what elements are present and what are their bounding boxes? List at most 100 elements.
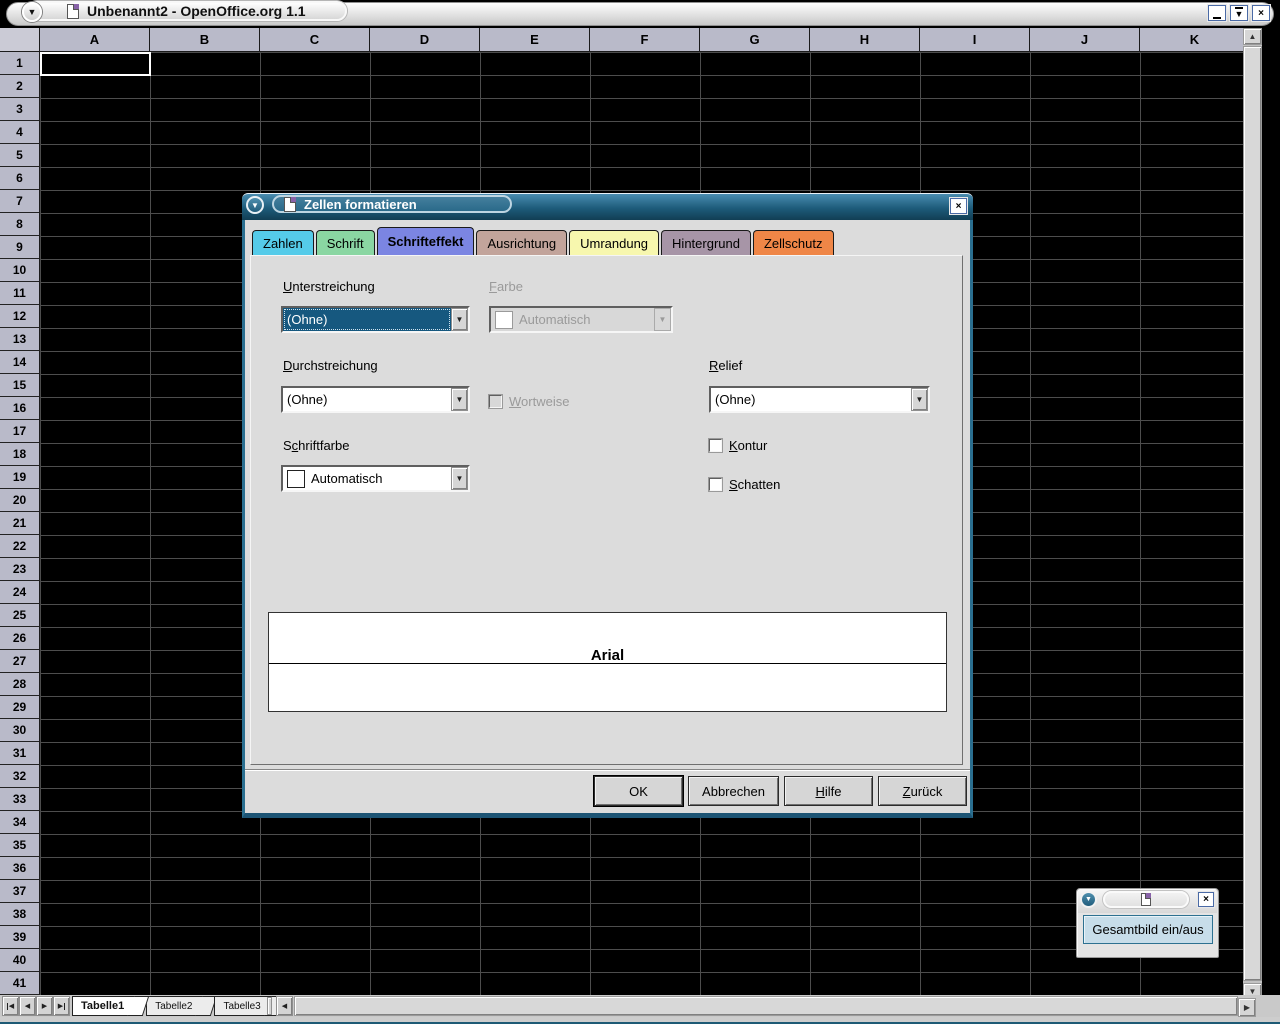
sheet-next-button[interactable]: ▶ bbox=[36, 996, 53, 1016]
cancel-button[interactable]: Abbrechen bbox=[688, 776, 779, 806]
back-button[interactable]: Zurück bbox=[878, 776, 967, 806]
strikethrough-select[interactable]: (Ohne) ▼ bbox=[281, 386, 470, 413]
sheet-tab-tabelle1[interactable]: Tabelle1 bbox=[72, 996, 138, 1016]
vertical-scroll-thumb[interactable] bbox=[1243, 46, 1262, 981]
row-header-31[interactable]: 31 bbox=[0, 742, 40, 765]
row-header-10[interactable]: 10 bbox=[0, 259, 40, 282]
row-header-23[interactable]: 23 bbox=[0, 558, 40, 581]
float-close-button[interactable]: × bbox=[1198, 892, 1214, 907]
font-color-select[interactable]: Automatisch ▼ bbox=[281, 465, 470, 492]
shadow-checkbox[interactable]: Schatten bbox=[709, 477, 780, 492]
column-header-j[interactable]: J bbox=[1030, 28, 1140, 52]
ok-button[interactable]: OK bbox=[594, 776, 683, 806]
dialog-menu-button[interactable]: ▼ bbox=[246, 196, 264, 214]
row-header-15[interactable]: 15 bbox=[0, 374, 40, 397]
gesamtbild-toggle-button[interactable]: Gesamtbild ein/aus bbox=[1083, 915, 1213, 944]
row-header-38[interactable]: 38 bbox=[0, 903, 40, 926]
row-header-24[interactable]: 24 bbox=[0, 581, 40, 604]
underline-dropdown-arrow[interactable]: ▼ bbox=[451, 308, 468, 331]
strikethrough-dropdown-arrow[interactable]: ▼ bbox=[451, 388, 468, 411]
row-header-34[interactable]: 34 bbox=[0, 811, 40, 834]
row-header-41[interactable]: 41 bbox=[0, 972, 40, 995]
row-header-25[interactable]: 25 bbox=[0, 604, 40, 627]
close-button[interactable]: × bbox=[1252, 5, 1270, 21]
select-all-corner[interactable] bbox=[0, 28, 40, 52]
vertical-scrollbar[interactable]: ▲ ▼ bbox=[1243, 28, 1262, 1000]
horizontal-scroll-thumb[interactable] bbox=[294, 996, 1238, 1016]
column-header-c[interactable]: C bbox=[260, 28, 370, 52]
sheet-prev-button[interactable]: ◀ bbox=[19, 996, 36, 1016]
tab-schrifteffekt[interactable]: Schrifteffekt bbox=[377, 227, 475, 255]
column-header-h[interactable]: H bbox=[810, 28, 920, 52]
column-header-b[interactable]: B bbox=[150, 28, 260, 52]
outline-checkbox-box[interactable] bbox=[709, 439, 722, 452]
row-header-32[interactable]: 32 bbox=[0, 765, 40, 788]
scroll-right-button[interactable]: ▶ bbox=[1238, 998, 1256, 1017]
sheet-tab-tabelle3[interactable]: Tabelle3 bbox=[214, 996, 274, 1016]
row-header-35[interactable]: 35 bbox=[0, 834, 40, 857]
row-header-33[interactable]: 33 bbox=[0, 788, 40, 811]
window-menu-button[interactable]: ▼ bbox=[22, 2, 42, 22]
selected-cell-a1[interactable] bbox=[40, 52, 151, 76]
scroll-left-button[interactable]: ◀ bbox=[276, 996, 293, 1016]
row-header-6[interactable]: 6 bbox=[0, 167, 40, 190]
row-header-13[interactable]: 13 bbox=[0, 328, 40, 351]
row-header-19[interactable]: 19 bbox=[0, 466, 40, 489]
row-header-40[interactable]: 40 bbox=[0, 949, 40, 972]
row-header-30[interactable]: 30 bbox=[0, 719, 40, 742]
horizontal-splitter[interactable] bbox=[267, 997, 272, 1015]
float-menu-button[interactable]: ▼ bbox=[1080, 891, 1097, 908]
row-header-11[interactable]: 11 bbox=[0, 282, 40, 305]
row-header-16[interactable]: 16 bbox=[0, 397, 40, 420]
row-header-2[interactable]: 2 bbox=[0, 75, 40, 98]
row-header-18[interactable]: 18 bbox=[0, 443, 40, 466]
row-header-17[interactable]: 17 bbox=[0, 420, 40, 443]
tab-zahlen[interactable]: Zahlen bbox=[252, 230, 314, 255]
help-button[interactable]: Hilfe bbox=[784, 776, 873, 806]
row-header-12[interactable]: 12 bbox=[0, 305, 40, 328]
row-header-27[interactable]: 27 bbox=[0, 650, 40, 673]
row-header-37[interactable]: 37 bbox=[0, 880, 40, 903]
row-header-20[interactable]: 20 bbox=[0, 489, 40, 512]
dialog-close-button[interactable]: × bbox=[950, 198, 967, 214]
scroll-up-button[interactable]: ▲ bbox=[1243, 28, 1262, 45]
relief-select[interactable]: (Ohne) ▼ bbox=[709, 386, 930, 413]
row-header-7[interactable]: 7 bbox=[0, 190, 40, 213]
relief-dropdown-arrow[interactable]: ▼ bbox=[911, 388, 928, 411]
row-header-21[interactable]: 21 bbox=[0, 512, 40, 535]
row-header-4[interactable]: 4 bbox=[0, 121, 40, 144]
row-header-39[interactable]: 39 bbox=[0, 926, 40, 949]
underline-select[interactable]: (Ohne) ▼ bbox=[281, 306, 470, 333]
row-header-9[interactable]: 9 bbox=[0, 236, 40, 259]
row-header-28[interactable]: 28 bbox=[0, 673, 40, 696]
column-header-i[interactable]: I bbox=[920, 28, 1030, 52]
row-header-14[interactable]: 14 bbox=[0, 351, 40, 374]
tab-zellschutz[interactable]: Zellschutz bbox=[753, 230, 834, 255]
font-color-dropdown-arrow[interactable]: ▼ bbox=[451, 467, 468, 490]
shadow-checkbox-box[interactable] bbox=[709, 478, 722, 491]
column-header-g[interactable]: G bbox=[700, 28, 810, 52]
row-header-1[interactable]: 1 bbox=[0, 52, 40, 75]
minimize-button[interactable] bbox=[1208, 5, 1226, 21]
row-header-36[interactable]: 36 bbox=[0, 857, 40, 880]
column-header-e[interactable]: E bbox=[480, 28, 590, 52]
row-header-8[interactable]: 8 bbox=[0, 213, 40, 236]
sheet-tab-tabelle2[interactable]: Tabelle2 bbox=[146, 996, 206, 1016]
tab-umrandung[interactable]: Umrandung bbox=[569, 230, 659, 255]
shade-button[interactable]: ▼ bbox=[1230, 5, 1248, 21]
row-header-3[interactable]: 3 bbox=[0, 98, 40, 121]
tab-ausrichtung[interactable]: Ausrichtung bbox=[476, 230, 567, 255]
row-header-26[interactable]: 26 bbox=[0, 627, 40, 650]
column-header-f[interactable]: F bbox=[590, 28, 700, 52]
tab-hintergrund[interactable]: Hintergrund bbox=[661, 230, 751, 255]
sheet-last-button[interactable]: ▶ bbox=[53, 996, 70, 1016]
row-header-22[interactable]: 22 bbox=[0, 535, 40, 558]
tab-schrift[interactable]: Schrift bbox=[316, 230, 375, 255]
column-header-k[interactable]: K bbox=[1140, 28, 1243, 52]
column-header-a[interactable]: A bbox=[40, 28, 150, 52]
column-header-d[interactable]: D bbox=[370, 28, 480, 52]
row-header-5[interactable]: 5 bbox=[0, 144, 40, 167]
row-header-29[interactable]: 29 bbox=[0, 696, 40, 719]
outline-checkbox[interactable]: Kontur bbox=[709, 438, 767, 453]
sheet-first-button[interactable]: ◀ bbox=[2, 996, 19, 1016]
